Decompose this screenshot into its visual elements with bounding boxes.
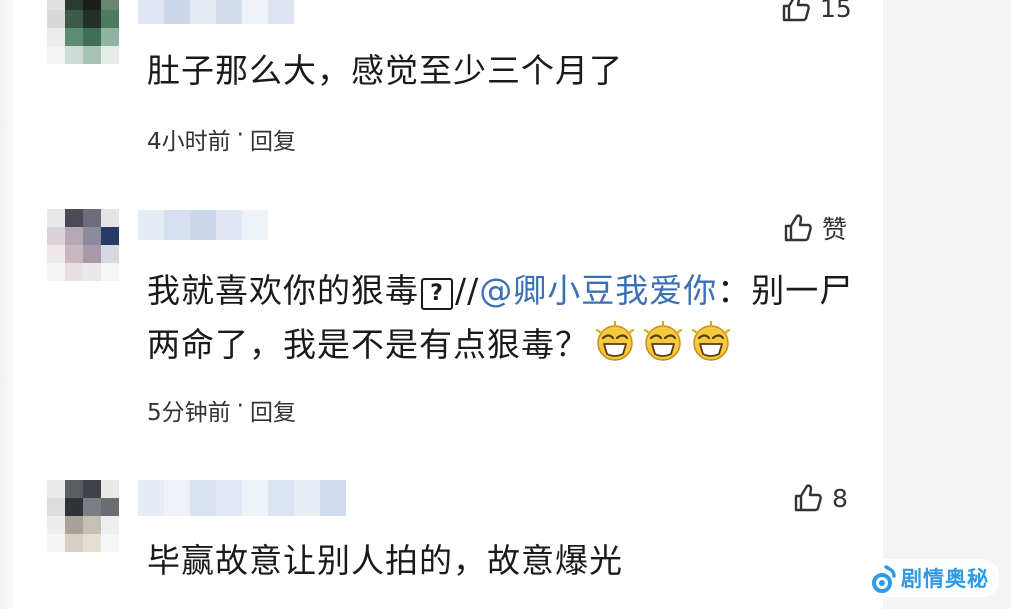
watermark: 剧情奥秘 [865,559,999,597]
comment-text-part: 我就喜欢你的狠毒 [147,271,419,310]
timestamp: 5分钟前 [147,400,231,426]
like-count: 15 [820,0,852,23]
comment-text: 毕赢故意让别人拍的，故意爆光 [147,541,623,580]
thumbs-up-icon [784,214,812,242]
laughing-face-icon [643,320,683,361]
comment-item: 赞 我就喜欢你的狠毒?//@卿小豆我爱你：别一尸两命了，我是不是有点狠毒？ 5分… [0,200,883,450]
comment-text: 肚子那么大，感觉至少三个月了 [147,51,623,90]
avatar[interactable] [47,0,119,64]
like-count: 8 [832,483,848,513]
repost-slashes: // [455,271,480,310]
comment-item: 8 毕赢故意让别人拍的，故意爆光 [0,470,883,609]
meta-separator: · [236,122,244,148]
music-note-logo-icon [872,565,896,593]
avatar[interactable] [47,209,119,281]
thumbs-up-icon [794,484,822,512]
comment-item: 15 肚子那么大，感觉至少三个月了 4小时前 · 回复 [0,0,883,180]
avatar[interactable] [47,480,119,552]
right-side-panel [883,0,1011,609]
mention-link[interactable]: @卿小豆我爱你 [479,271,717,310]
like-label: 赞 [822,215,848,244]
timestamp: 4小时前 [147,129,231,155]
laughing-face-icon [595,320,635,361]
like-button[interactable]: 8 [792,482,848,514]
comment-meta: 5分钟前 · 回复 [147,393,296,427]
reply-button[interactable]: 回复 [250,393,296,427]
username-blurred[interactable] [138,480,346,516]
reply-button[interactable]: 回复 [250,122,296,156]
comment-meta: 4小时前 · 回复 [147,122,296,156]
like-button[interactable]: 赞 [782,210,847,246]
watermark-text: 剧情奥秘 [901,567,989,591]
emoji-group [589,320,733,364]
thumbs-up-icon [782,0,810,22]
meta-separator: · [236,393,244,419]
unknown-glyph-icon: ? [421,278,453,310]
username-blurred[interactable] [138,210,268,240]
comment-text: 我就喜欢你的狠毒?//@卿小豆我爱你：别一尸两命了，我是不是有点狠毒？ [147,264,859,372]
comment-page: 15 肚子那么大，感觉至少三个月了 4小时前 · 回复 赞 我就喜欢你的狠毒? /… [0,0,1011,609]
username-blurred[interactable] [138,0,294,24]
like-button[interactable]: 15 [780,0,852,24]
laughing-face-icon [691,320,731,361]
